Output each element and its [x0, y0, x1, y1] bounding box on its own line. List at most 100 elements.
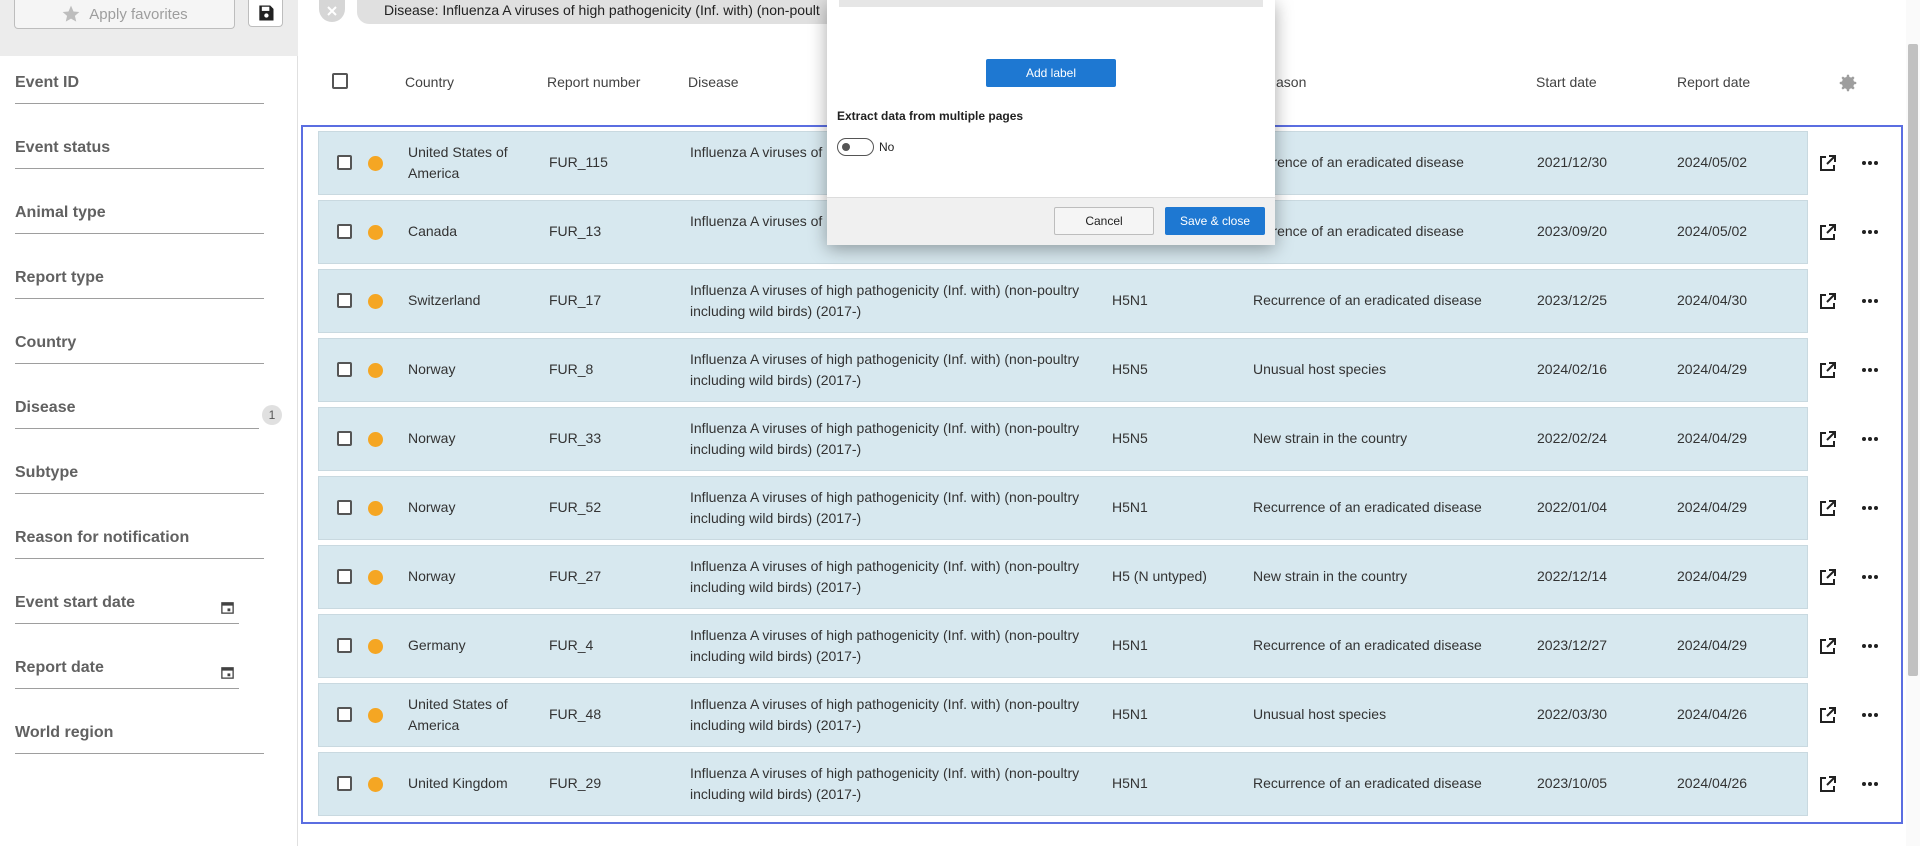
column-header-country[interactable]: Country: [405, 74, 454, 90]
open-in-new-icon[interactable]: [1818, 498, 1838, 518]
cancel-button[interactable]: Cancel: [1054, 207, 1154, 235]
cell-reason: Unusual host species: [1253, 361, 1387, 377]
cell-reason: New strain in the country: [1253, 568, 1408, 584]
scrollbar-thumb[interactable]: [1908, 44, 1918, 676]
more-horizontal-icon[interactable]: [1860, 153, 1880, 173]
cell-subtype: H5 (N untyped): [1112, 568, 1207, 584]
open-in-new-icon[interactable]: [1818, 222, 1838, 242]
filter-disease[interactable]: Disease: [15, 399, 259, 429]
column-header-report-number[interactable]: Report number: [547, 74, 640, 90]
table-row[interactable]: Switzerland FUR_17 Influenza A viruses of …: [318, 269, 1808, 333]
open-in-new-icon[interactable]: [1818, 360, 1838, 380]
table-row[interactable]: Norway FUR_27 Influenza A viruses of high …: [318, 545, 1808, 609]
select-all-checkbox[interactable]: [332, 73, 348, 89]
cell-reason: Unusual host species: [1253, 706, 1387, 722]
save-favorites-button[interactable]: [248, 0, 283, 27]
more-horizontal-icon[interactable]: [1860, 291, 1880, 311]
row-checkbox[interactable]: [337, 638, 352, 653]
cell-subtype: H5N5: [1112, 430, 1148, 446]
row-checkbox[interactable]: [337, 707, 352, 722]
cell-reason: Recurrence of an eradicated disease: [1253, 499, 1482, 515]
filter-animal-type[interactable]: Animal type: [15, 204, 264, 234]
cell-subtype: H5N1: [1112, 775, 1148, 791]
table-row[interactable]: Germany FUR_4 Influenza A viruses of high …: [318, 614, 1808, 678]
cell-report-number: FUR_8: [549, 361, 594, 377]
table-row[interactable]: United Kingdom FUR_29 Influenza A viruses …: [318, 752, 1808, 816]
column-header-reason[interactable]: ason: [1276, 74, 1306, 90]
cell-disease: Influenza A viruses of high pathogenicit…: [690, 696, 1080, 733]
filter-event-start-date[interactable]: Event start date: [15, 594, 239, 624]
cell-start-date: 2023/12/27: [1537, 637, 1608, 653]
row-actions: [1808, 683, 1888, 747]
row-checkbox[interactable]: [337, 362, 352, 377]
cell-disease: Influenza A viruses of high pathogenicit…: [690, 489, 1080, 526]
cell-disease: Influenza A viruses of high pathogenicit…: [690, 351, 1080, 388]
column-header-disease[interactable]: Disease: [688, 74, 739, 90]
open-in-new-icon[interactable]: [1818, 291, 1838, 311]
table-row[interactable]: United States of America FUR_48 Influenza …: [318, 683, 1808, 747]
calendar-icon[interactable]: [220, 600, 235, 615]
filter-label: Report type: [15, 269, 104, 286]
more-horizontal-icon[interactable]: [1860, 636, 1880, 656]
cell-start-date: 2022/01/04: [1537, 499, 1608, 515]
open-in-new-icon[interactable]: [1818, 636, 1838, 656]
status-dot: [368, 432, 383, 447]
calendar-icon[interactable]: [220, 665, 235, 680]
toggle-knob: [842, 143, 850, 151]
save-and-close-button[interactable]: Save & close: [1165, 207, 1265, 235]
dialog-input-strip: [839, 0, 1263, 7]
open-in-new-icon[interactable]: [1818, 153, 1838, 173]
row-checkbox[interactable]: [337, 431, 352, 446]
row-checkbox[interactable]: [337, 293, 352, 308]
cell-reason: Recurrence of an eradicated disease: [1253, 292, 1482, 308]
cell-start-date: 2021/12/30: [1537, 154, 1608, 170]
row-checkbox[interactable]: [337, 500, 352, 515]
more-horizontal-icon[interactable]: [1860, 567, 1880, 587]
cell-start-date: 2022/02/24: [1537, 430, 1608, 446]
cell-subtype: H5N1: [1112, 292, 1148, 308]
cell-subtype: H5N5: [1112, 361, 1148, 377]
more-horizontal-icon[interactable]: [1860, 498, 1880, 518]
more-horizontal-icon[interactable]: [1860, 429, 1880, 449]
gear-icon[interactable]: [1837, 72, 1859, 94]
row-checkbox[interactable]: [337, 776, 352, 791]
extract-multiple-pages-toggle[interactable]: [837, 138, 874, 156]
cell-report-number: FUR_52: [549, 499, 602, 515]
filter-label: Disease: [15, 399, 76, 416]
open-in-new-icon[interactable]: [1818, 705, 1838, 725]
add-label-button[interactable]: Add label: [986, 59, 1116, 87]
more-horizontal-icon[interactable]: [1860, 705, 1880, 725]
cell-report-date: 2024/05/02: [1677, 154, 1748, 170]
cell-country: United Kingdom: [408, 775, 508, 791]
open-in-new-icon[interactable]: [1818, 774, 1838, 794]
apply-favorites-button[interactable]: Apply favorites: [14, 0, 235, 29]
filter-reason-for-notification[interactable]: Reason for notification: [15, 529, 264, 559]
open-in-new-icon[interactable]: [1818, 429, 1838, 449]
star-icon: [62, 5, 80, 22]
status-dot: [368, 570, 383, 585]
filter-country[interactable]: Country: [15, 334, 264, 364]
table-row[interactable]: Norway FUR_52 Influenza A viruses of high …: [318, 476, 1808, 540]
row-checkbox[interactable]: [337, 155, 352, 170]
filter-subtype[interactable]: Subtype: [15, 464, 264, 494]
cell-start-date: 2022/03/30: [1537, 706, 1608, 722]
open-in-new-icon[interactable]: [1818, 567, 1838, 587]
more-horizontal-icon[interactable]: [1860, 360, 1880, 380]
close-icon: [327, 6, 337, 16]
more-horizontal-icon[interactable]: [1860, 774, 1880, 794]
column-header-start-date[interactable]: Start date: [1536, 74, 1597, 90]
filter-world-region[interactable]: World region: [15, 724, 264, 754]
table-row[interactable]: Norway FUR_33 Influenza A viruses of high …: [318, 407, 1808, 471]
table-row[interactable]: Norway FUR_8 Influenza A viruses of high p…: [318, 338, 1808, 402]
clear-filters-button[interactable]: [319, 0, 345, 22]
more-horizontal-icon[interactable]: [1860, 222, 1880, 242]
filter-event-id[interactable]: Event ID: [15, 74, 264, 104]
column-header-report-date[interactable]: Report date: [1677, 74, 1750, 90]
cell-report-date: 2024/04/26: [1677, 706, 1748, 722]
filter-event-status[interactable]: Event status: [15, 139, 264, 169]
row-checkbox[interactable]: [337, 224, 352, 239]
cell-country: Switzerland: [408, 292, 481, 308]
row-checkbox[interactable]: [337, 569, 352, 584]
filter-report-type[interactable]: Report type: [15, 269, 264, 299]
filter-report-date[interactable]: Report date: [15, 659, 239, 689]
